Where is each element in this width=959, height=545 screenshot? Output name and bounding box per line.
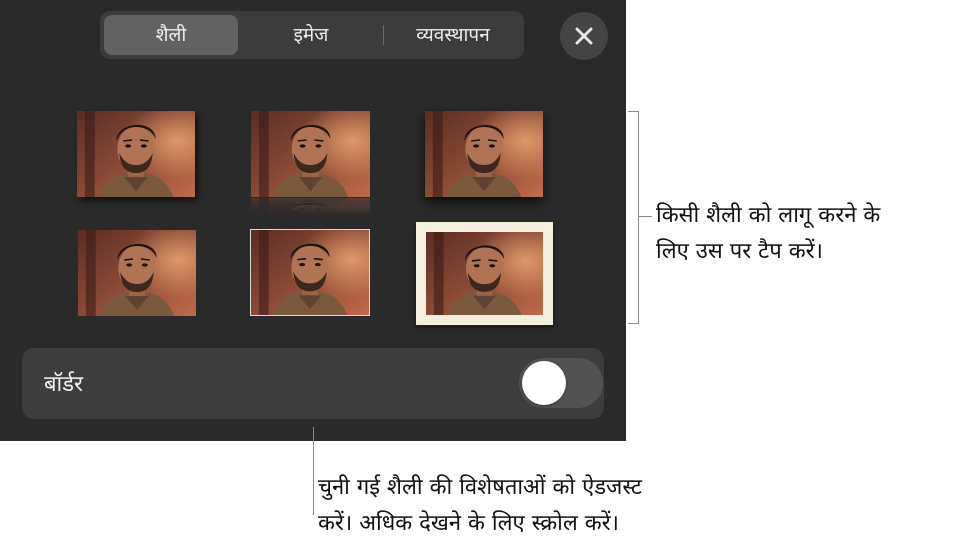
- portrait-image: [425, 111, 543, 197]
- callout-line: करें। अधिक देखने के लिए स्क्रोल करें।: [318, 511, 619, 536]
- portrait-image: [251, 230, 369, 315]
- callout-line: लिए उस पर टैप करें।: [656, 239, 823, 264]
- tab-style[interactable]: शैली: [104, 15, 238, 55]
- portrait-reflection: [251, 198, 370, 216]
- callout-apply-style: किसी शैली को लागू करने के लिए उस पर टैप …: [656, 198, 880, 270]
- callout-adjust-style: चुनी गई शैली की विशेषताओं को ऐडजस्ट करें…: [318, 470, 642, 542]
- style-thumb-drop-shadow[interactable]: [425, 111, 543, 197]
- callout-leader-vertical: [313, 427, 314, 515]
- portrait-image: [426, 232, 543, 315]
- tab-image[interactable]: इमेज: [243, 15, 379, 55]
- style-panel: शैली इमेज व्यवस्थापन बॉर्डर: [0, 0, 626, 441]
- tab-arrange[interactable]: व्यवस्थापन: [386, 15, 520, 55]
- portrait-image: [77, 111, 195, 197]
- callout-bracket-bottom: [628, 323, 639, 324]
- close-icon: [575, 27, 593, 45]
- toggle-knob: [522, 361, 566, 405]
- callout-line: किसी शैली को लागू करने के: [656, 203, 881, 228]
- close-button[interactable]: [560, 12, 608, 60]
- reflection-effect: [251, 198, 370, 216]
- callout-bracket-line: [638, 111, 639, 324]
- framed-photo: [426, 232, 543, 315]
- border-label: बॉर्डर: [44, 372, 84, 397]
- style-thumb-plain-shadow[interactable]: [77, 111, 195, 197]
- style-thumb-plain[interactable]: [78, 230, 196, 316]
- border-toggle[interactable]: [519, 358, 603, 408]
- callout-line: चुनी गई शैली की विशेषताओं को ऐडजस्ट: [318, 475, 643, 500]
- portrait-image: [78, 230, 196, 316]
- segment-divider: [383, 25, 384, 45]
- segmented-control: शैली इमेज व्यवस्थापन: [100, 11, 524, 59]
- style-thumb-reflection[interactable]: [251, 111, 370, 197]
- border-row: बॉर्डर: [22, 348, 604, 419]
- portrait-image: [251, 111, 370, 197]
- callout-leader: [638, 216, 652, 217]
- style-thumb-thin-border[interactable]: [250, 229, 370, 316]
- style-thumb-cream-frame[interactable]: [416, 222, 553, 325]
